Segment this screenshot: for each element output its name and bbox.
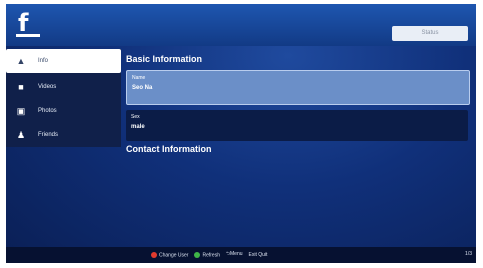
bottom-help-bar: Change User Refresh ⮌Menu Exit Quit 1/3	[6, 247, 476, 263]
video-icon: ■	[18, 82, 24, 92]
sidebar: ▲ Info ■ Videos ▣ Photos ♟ Friends	[6, 49, 121, 147]
field-name[interactable]: Name Seo Na	[126, 70, 470, 105]
sidebar-item-videos[interactable]: ■ Videos	[6, 75, 121, 99]
change-user-hint[interactable]: Change User	[151, 251, 189, 259]
refresh-hint[interactable]: Refresh	[194, 251, 220, 259]
red-button-icon	[151, 251, 157, 258]
status-button[interactable]: Status	[392, 26, 468, 41]
field-sex[interactable]: Sex male	[126, 110, 468, 141]
basic-info-title: Basic Information	[126, 54, 203, 64]
top-bar: f Status	[6, 4, 476, 46]
exit-icon: Exit	[248, 252, 257, 258]
menu-hint[interactable]: ⮌Menu	[226, 251, 243, 259]
field-value: Seo Na	[132, 85, 153, 91]
contact-info-title: Contact Information	[126, 144, 212, 154]
page-indicator: 1/3	[465, 251, 472, 257]
photos-icon: ▣	[16, 106, 26, 116]
sidebar-item-photos[interactable]: ▣ Photos	[6, 99, 121, 123]
sidebar-item-info[interactable]: ▲ Info	[6, 49, 121, 73]
green-button-icon	[194, 251, 201, 258]
refresh-label: Refresh	[202, 252, 220, 259]
sidebar-item-label: Photos	[38, 108, 57, 114]
field-label: Name	[132, 75, 146, 81]
info-icon: ▲	[16, 56, 26, 66]
sidebar-item-friends[interactable]: ♟ Friends	[6, 123, 121, 147]
menu-label: Menu	[230, 251, 243, 257]
field-value: male	[131, 124, 145, 130]
quit-hint[interactable]: Exit Quit	[249, 252, 268, 258]
friends-icon: ♟	[16, 130, 26, 140]
logo-underline	[16, 34, 40, 37]
quit-label: Quit	[258, 252, 268, 258]
sidebar-item-label: Videos	[38, 84, 57, 90]
sidebar-item-label: Info	[38, 58, 49, 64]
help-keys: Change User Refresh ⮌Menu Exit Quit	[151, 247, 267, 263]
sidebar-item-label: Friends	[38, 132, 59, 138]
change-user-label: Change User	[159, 252, 189, 259]
field-label: Sex	[131, 114, 140, 120]
tv-screen: f Status ▲ Info ■ Videos ▣ Photos ♟ Frie…	[6, 4, 476, 263]
